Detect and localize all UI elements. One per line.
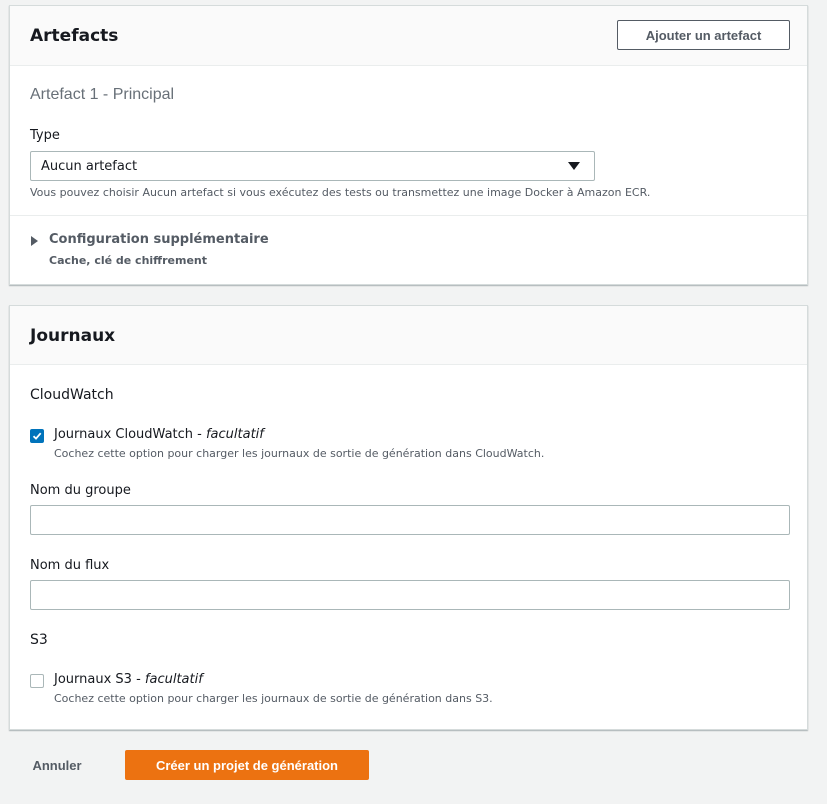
add-artifact-button[interactable]: Ajouter un artefact: [617, 20, 790, 50]
cloudwatch-optional-text: facultatif: [205, 427, 264, 442]
logs-title: Journaux: [30, 326, 116, 346]
cloudwatch-logs-label-text: Journaux CloudWatch -: [54, 427, 206, 442]
type-label: Type: [30, 128, 60, 143]
extra-config-toggle[interactable]: Configuration supplémentaire Cache, clé …: [30, 232, 330, 272]
cancel-button[interactable]: Annuler: [20, 750, 94, 780]
s3-logs-label: Journaux S3 - facultatif: [54, 672, 203, 687]
s3-logs-checkbox[interactable]: [30, 674, 44, 688]
logs-header: Journaux: [10, 306, 807, 365]
s3-logs-label-text: Journaux S3 -: [54, 672, 145, 687]
artefacts-header: Artefacts Ajouter un artefact: [10, 6, 807, 66]
checkmark-icon: [32, 432, 42, 440]
extra-config-subtitle: Cache, clé de chiffrement: [49, 254, 207, 267]
logs-panel: Journaux CloudWatch Journaux CloudWatch …: [9, 305, 808, 730]
cloudwatch-heading: CloudWatch: [30, 387, 114, 403]
s3-logs-option[interactable]: Journaux S3 - facultatif Cochez cette op…: [30, 671, 730, 711]
caret-right-icon: [31, 236, 38, 246]
cloudwatch-logs-description: Cochez cette option pour charger les jou…: [54, 447, 545, 460]
cloudwatch-logs-checkbox[interactable]: [30, 429, 44, 443]
chevron-down-icon: [568, 162, 580, 170]
artefacts-title: Artefacts: [30, 26, 119, 46]
s3-heading: S3: [30, 632, 48, 648]
group-name-input[interactable]: [30, 505, 790, 535]
cloudwatch-logs-option[interactable]: Journaux CloudWatch - facultatif Cochez …: [30, 426, 730, 466]
type-select[interactable]: Aucun artefact: [30, 151, 595, 181]
artifact-section-heading: Artefact 1 - Principal: [30, 86, 175, 103]
stream-name-label: Nom du flux: [30, 558, 110, 573]
section-divider: [10, 215, 807, 216]
stream-name-input[interactable]: [30, 580, 790, 610]
s3-logs-description: Cochez cette option pour charger les jou…: [54, 692, 493, 705]
type-hint: Vous pouvez choisir Aucun artefact si vo…: [30, 186, 651, 199]
extra-config-title: Configuration supplémentaire: [49, 232, 269, 247]
create-build-project-button[interactable]: Créer un projet de génération: [125, 750, 369, 780]
artefacts-panel: Artefacts Ajouter un artefact Artefact 1…: [9, 5, 808, 285]
s3-optional-text: facultatif: [144, 672, 203, 687]
group-name-label: Nom du groupe: [30, 483, 131, 498]
type-select-value: Aucun artefact: [41, 158, 138, 174]
cloudwatch-logs-label: Journaux CloudWatch - facultatif: [54, 427, 264, 442]
